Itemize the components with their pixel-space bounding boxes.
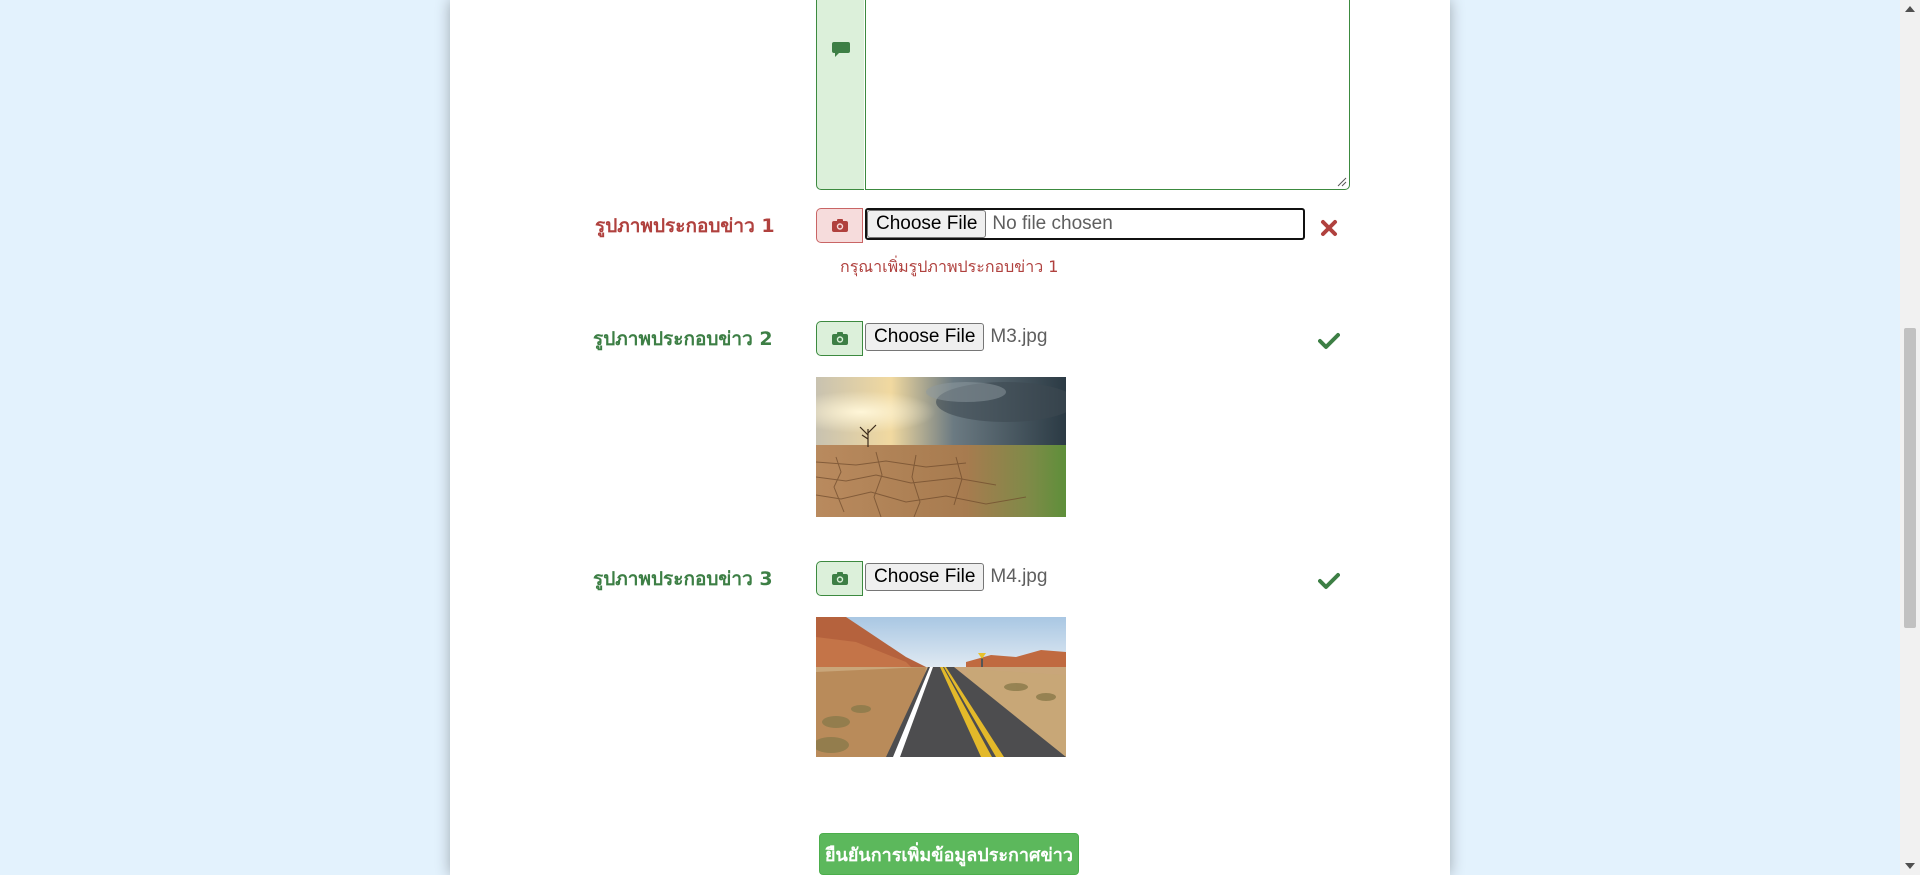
description-textarea[interactable] (865, 0, 1350, 190)
image3-file-name: M4.jpg (990, 566, 1048, 587)
image3-file-input[interactable]: Choose File M4.jpg (865, 561, 1165, 593)
camera-icon (831, 219, 848, 232)
image1-choose-file-button[interactable]: Choose File (867, 210, 987, 238)
image2-choose-file-button[interactable]: Choose File (865, 323, 985, 351)
image2-file-name: M3.jpg (990, 326, 1048, 347)
scroll-thumb[interactable] (1904, 328, 1916, 628)
comment-addon (816, 0, 864, 190)
scroll-down-arrow-icon[interactable] (1905, 863, 1915, 869)
image2-addon (816, 321, 863, 356)
times-icon (1321, 220, 1337, 236)
check-icon (1318, 573, 1340, 589)
camera-icon (831, 332, 848, 345)
camera-icon (831, 572, 848, 585)
image3-addon (816, 561, 863, 596)
image1-file-input[interactable]: Choose File No file chosen (865, 208, 1305, 240)
image2-file-input[interactable]: Choose File M3.jpg (865, 321, 1165, 353)
image2-preview (816, 377, 1066, 517)
submit-button[interactable]: ยืนยันการเพิ่มข้อมูลประกาศข่าว (819, 833, 1079, 875)
check-icon (1318, 333, 1340, 349)
image1-addon (816, 208, 863, 243)
image3-preview (816, 617, 1066, 757)
comment-icon (832, 42, 850, 57)
drought-landscape-image (816, 377, 1066, 517)
page-scrollbar[interactable] (1900, 0, 1920, 875)
image2-label: รูปภาพประกอบข่าว 2 (593, 328, 773, 350)
scroll-up-arrow-icon[interactable] (1905, 6, 1915, 12)
image1-label: รูปภาพประกอบข่าว 1 (595, 215, 775, 237)
resize-grip-icon[interactable] (1337, 177, 1347, 187)
desert-road-image (816, 617, 1066, 757)
image3-label: รูปภาพประกอบข่าว 3 (593, 568, 773, 590)
image1-error-message: กรุณาเพิ่มรูปภาพประกอบข่าว 1 (840, 257, 1059, 276)
image3-choose-file-button[interactable]: Choose File (865, 563, 985, 591)
image1-file-name: No file chosen (992, 213, 1113, 234)
